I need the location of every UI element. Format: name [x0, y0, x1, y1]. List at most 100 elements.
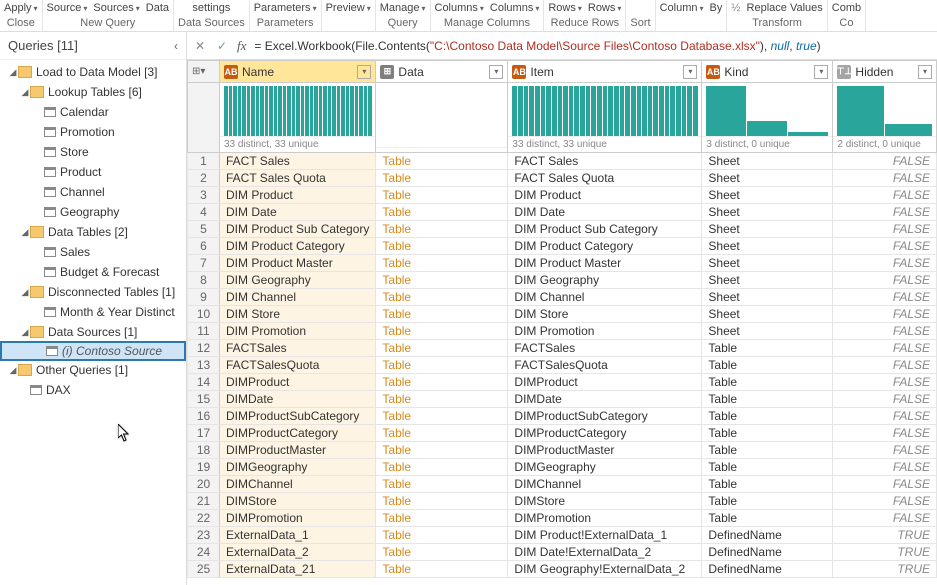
- row-number[interactable]: 8: [188, 272, 220, 289]
- ribbon-button[interactable]: Rows: [548, 2, 582, 14]
- table-row[interactable]: 2FACT Sales QuotaTableFACT Sales QuotaSh…: [188, 170, 937, 187]
- cell-kind[interactable]: Table: [702, 476, 833, 493]
- cell-data[interactable]: Table: [376, 255, 508, 272]
- twisty-icon[interactable]: ◢: [8, 365, 18, 376]
- tree-folder[interactable]: ◢Lookup Tables [6]: [0, 82, 186, 102]
- type-icon[interactable]: ⊤⊥: [837, 65, 851, 79]
- twisty-icon[interactable]: ◢: [20, 227, 30, 238]
- cell-kind[interactable]: Table: [702, 459, 833, 476]
- table-row[interactable]: 17DIMProductCategoryTableDIMProductCateg…: [188, 425, 937, 442]
- cell-data[interactable]: Table: [376, 238, 508, 255]
- cell-item[interactable]: DIMStore: [508, 493, 702, 510]
- row-number[interactable]: 14: [188, 374, 220, 391]
- cell-kind[interactable]: Table: [702, 340, 833, 357]
- cell-item[interactable]: DIMProductSubCategory: [508, 408, 702, 425]
- tree-query[interactable]: Store: [0, 142, 186, 162]
- cell-kind[interactable]: Table: [702, 374, 833, 391]
- cell-name[interactable]: DIMPromotion: [220, 510, 376, 527]
- column-filter-icon[interactable]: ▾: [814, 65, 828, 79]
- cell-item[interactable]: FACT Sales: [508, 153, 702, 170]
- tree-query[interactable]: Sales: [0, 242, 186, 262]
- column-header-kind[interactable]: ABKind▾: [702, 61, 833, 83]
- cell-data[interactable]: Table: [376, 221, 508, 238]
- cell-name[interactable]: FACT Sales Quota: [220, 170, 376, 187]
- column-header-data[interactable]: ⊞Data▾: [376, 61, 508, 83]
- cell-kind[interactable]: Table: [702, 425, 833, 442]
- twisty-icon[interactable]: ◢: [20, 287, 30, 298]
- row-number[interactable]: 16: [188, 408, 220, 425]
- cell-data[interactable]: Table: [376, 374, 508, 391]
- cell-item[interactable]: DIM Date!ExternalData_2: [508, 544, 702, 561]
- row-number[interactable]: 7: [188, 255, 220, 272]
- table-row[interactable]: 20DIMChannelTableDIMChannelTableFALSE: [188, 476, 937, 493]
- ribbon-button[interactable]: Preview: [326, 2, 371, 14]
- cell-item[interactable]: DIM Product Category: [508, 238, 702, 255]
- ribbon-button[interactable]: Rows: [588, 2, 622, 14]
- cell-name[interactable]: ExternalData_1: [220, 527, 376, 544]
- cell-data[interactable]: Table: [376, 459, 508, 476]
- table-row[interactable]: 24ExternalData_2TableDIM Date!ExternalDa…: [188, 544, 937, 561]
- cell-data[interactable]: Table: [376, 544, 508, 561]
- cell-name[interactable]: FACTSalesQuota: [220, 357, 376, 374]
- cell-kind[interactable]: Table: [702, 408, 833, 425]
- cell-name[interactable]: DIM Product Master: [220, 255, 376, 272]
- ribbon-button[interactable]: Source: [47, 2, 88, 14]
- row-number[interactable]: 11: [188, 323, 220, 340]
- cell-hidden[interactable]: FALSE: [833, 255, 937, 272]
- commit-formula-icon[interactable]: ✓: [215, 39, 229, 53]
- cell-data[interactable]: Table: [376, 493, 508, 510]
- table-row[interactable]: 23ExternalData_1TableDIM Product!Externa…: [188, 527, 937, 544]
- column-header-hidden[interactable]: ⊤⊥Hidden▾: [833, 61, 937, 83]
- tree-query[interactable]: DAX: [0, 380, 186, 400]
- cell-name[interactable]: DIMChannel: [220, 476, 376, 493]
- type-icon[interactable]: ⊞: [380, 65, 394, 79]
- row-number[interactable]: 9: [188, 289, 220, 306]
- cell-hidden[interactable]: FALSE: [833, 238, 937, 255]
- cell-hidden[interactable]: FALSE: [833, 493, 937, 510]
- cell-item[interactable]: DIM Product Master: [508, 255, 702, 272]
- cell-item[interactable]: DIM Product Sub Category: [508, 221, 702, 238]
- cell-data[interactable]: Table: [376, 340, 508, 357]
- cell-data[interactable]: Table: [376, 272, 508, 289]
- ribbon-button[interactable]: By: [710, 2, 723, 14]
- cell-name[interactable]: DIM Date: [220, 204, 376, 221]
- cell-data[interactable]: Table: [376, 510, 508, 527]
- tree-query[interactable]: (i) Contoso Source: [0, 341, 186, 361]
- table-row[interactable]: 21DIMStoreTableDIMStoreTableFALSE: [188, 493, 937, 510]
- cell-name[interactable]: DIM Geography: [220, 272, 376, 289]
- cell-name[interactable]: DIM Channel: [220, 289, 376, 306]
- table-row[interactable]: 8DIM GeographyTableDIM GeographySheetFAL…: [188, 272, 937, 289]
- column-filter-icon[interactable]: ▾: [918, 65, 932, 79]
- ribbon-button[interactable]: Manage: [380, 2, 426, 14]
- cell-kind[interactable]: Table: [702, 357, 833, 374]
- cell-item[interactable]: DIM Promotion: [508, 323, 702, 340]
- cell-hidden[interactable]: FALSE: [833, 476, 937, 493]
- row-number[interactable]: 5: [188, 221, 220, 238]
- cell-data[interactable]: Table: [376, 153, 508, 170]
- collapse-pane-icon[interactable]: ‹: [174, 39, 178, 53]
- cell-name[interactable]: DIM Product Category: [220, 238, 376, 255]
- cell-kind[interactable]: Sheet: [702, 289, 833, 306]
- column-filter-icon[interactable]: ▾: [489, 65, 503, 79]
- table-row[interactable]: 9DIM ChannelTableDIM ChannelSheetFALSE: [188, 289, 937, 306]
- cell-hidden[interactable]: FALSE: [833, 323, 937, 340]
- cell-data[interactable]: Table: [376, 391, 508, 408]
- cell-hidden[interactable]: FALSE: [833, 187, 937, 204]
- cell-data[interactable]: Table: [376, 187, 508, 204]
- tree-query[interactable]: Budget & Forecast: [0, 262, 186, 282]
- row-number[interactable]: 19: [188, 459, 220, 476]
- cell-name[interactable]: DIMGeography: [220, 459, 376, 476]
- cell-name[interactable]: DIMProductMaster: [220, 442, 376, 459]
- cell-kind[interactable]: Table: [702, 493, 833, 510]
- tree-query[interactable]: Promotion: [0, 122, 186, 142]
- table-row[interactable]: 4DIM DateTableDIM DateSheetFALSE: [188, 204, 937, 221]
- cell-hidden[interactable]: FALSE: [833, 459, 937, 476]
- cell-kind[interactable]: DefinedName: [702, 527, 833, 544]
- rownum-header[interactable]: ⊞▾: [188, 61, 220, 83]
- cell-kind[interactable]: Table: [702, 442, 833, 459]
- cell-kind[interactable]: DefinedName: [702, 544, 833, 561]
- cell-item[interactable]: DIMProduct: [508, 374, 702, 391]
- cell-hidden[interactable]: FALSE: [833, 442, 937, 459]
- cell-kind[interactable]: Sheet: [702, 272, 833, 289]
- cell-name[interactable]: FACT Sales: [220, 153, 376, 170]
